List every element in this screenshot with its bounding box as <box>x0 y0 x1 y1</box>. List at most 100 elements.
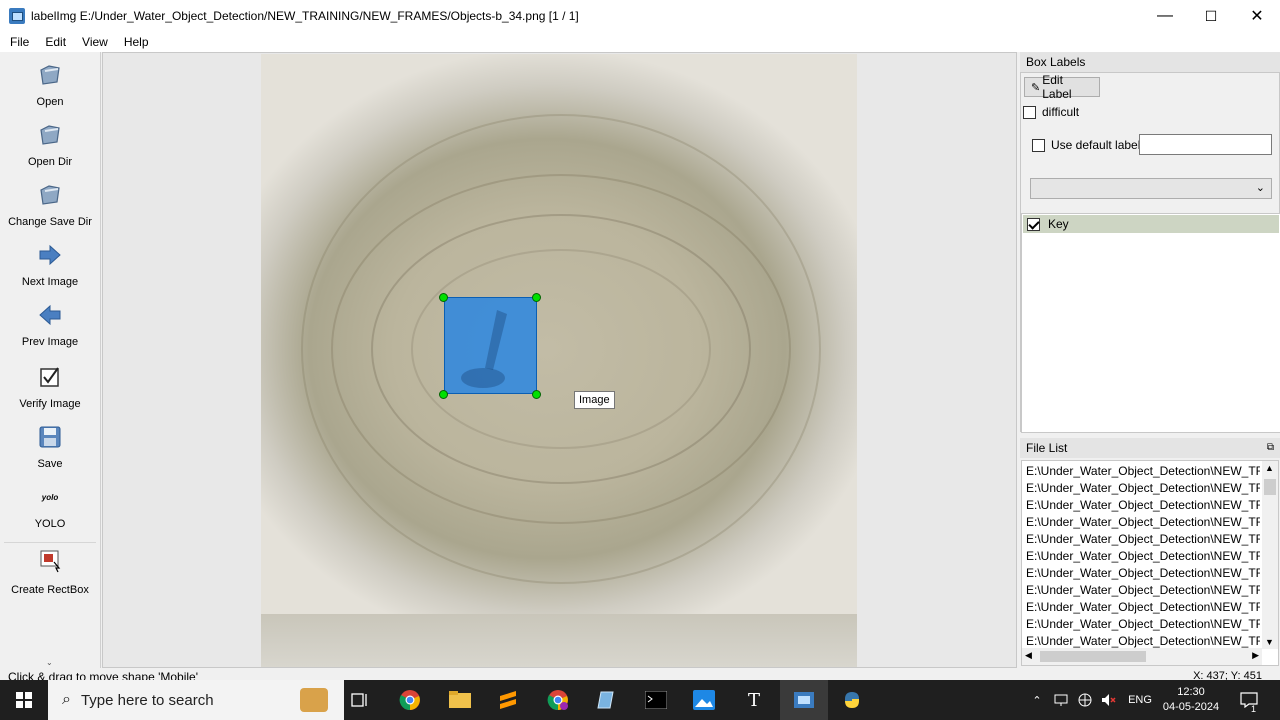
list-item[interactable]: E:\Under_Water_Object_Detection\NEW_TRA <box>1022 463 1260 480</box>
underwater-image <box>261 54 857 667</box>
box-labels-title: Box Labels <box>1020 52 1280 72</box>
change-save-dir-button[interactable]: Change Save Dir <box>0 182 100 228</box>
file-list-horizontal-scrollbar[interactable]: ◀ ▶ <box>1022 648 1262 665</box>
list-item[interactable]: E:\Under_Water_Object_Detection\NEW_TRA <box>1022 565 1260 582</box>
volume-muted-icon[interactable] <box>1098 680 1120 720</box>
scroll-down-icon[interactable]: ▼ <box>1265 637 1274 647</box>
chrome-icon[interactable] <box>386 680 434 720</box>
list-item[interactable]: E:\Under_Water_Object_Detection\NEW_TRA <box>1022 548 1260 565</box>
create-rectbox-button[interactable]: Create RectBox <box>0 548 100 596</box>
open-dir-button[interactable]: Open Dir <box>0 122 100 168</box>
verify-image-label: Verify Image <box>19 398 81 410</box>
folder-open-icon <box>37 182 63 208</box>
scroll-left-icon[interactable]: ◀ <box>1025 650 1032 661</box>
folder-open-icon <box>37 122 63 148</box>
yolo-format-button[interactable]: yolo YOLO <box>0 484 100 531</box>
sublime-text-icon[interactable] <box>484 680 532 720</box>
open-button[interactable]: Open <box>0 62 100 108</box>
list-item[interactable]: E:\Under_Water_Object_Detection\NEW_TRA <box>1022 497 1260 514</box>
file-list[interactable]: E:\Under_Water_Object_Detection\NEW_TRA … <box>1021 460 1279 666</box>
menu-file[interactable]: File <box>0 32 37 52</box>
next-image-button[interactable]: Next Image <box>0 242 100 288</box>
use-default-label-checkbox[interactable] <box>1032 138 1045 152</box>
rectbox-icon <box>37 548 63 574</box>
maximize-button[interactable]: ☐ <box>1188 0 1234 32</box>
prev-image-label: Prev Image <box>21 336 79 348</box>
difficult-checkbox[interactable] <box>1023 105 1036 119</box>
clock-date: 04-05-2024 <box>1162 701 1220 713</box>
edit-label-button[interactable]: ✎ Edit Label <box>1024 73 1100 101</box>
start-button[interactable] <box>0 680 48 720</box>
image-canvas[interactable] <box>102 52 1017 668</box>
taskbar: ⌕ Type here to search T ⌃ ENG 12:30 04-0… <box>0 680 1280 720</box>
globe-network-icon[interactable] <box>1074 680 1096 720</box>
status-message: Click & drag to move shape 'Mobile' <box>8 670 199 680</box>
clock[interactable]: 12:30 04-05-2024 <box>1158 680 1224 720</box>
list-item[interactable]: E:\Under_Water_Object_Detection\NEW_TRA <box>1022 582 1260 599</box>
scroll-thumb[interactable] <box>1264 479 1276 495</box>
scroll-right-icon[interactable]: ▶ <box>1252 650 1259 661</box>
chevron-up-icon[interactable]: ⌃ <box>1026 680 1048 720</box>
bbox-handle-top-right[interactable] <box>532 293 541 302</box>
yolo-label: YOLO <box>34 518 66 530</box>
verify-image-button[interactable]: Verify Image <box>0 364 100 410</box>
language-indicator[interactable]: ENG <box>1124 680 1156 720</box>
file-list-vertical-scrollbar[interactable]: ▲ ▼ <box>1262 461 1278 649</box>
menu-bar: File Edit View Help <box>0 32 1280 52</box>
search-highlight-icon <box>300 688 328 712</box>
menu-edit[interactable]: Edit <box>37 32 74 52</box>
typora-icon[interactable]: T <box>730 680 778 720</box>
floppy-disk-icon <box>37 424 63 450</box>
folder-open-icon <box>37 62 63 88</box>
list-item[interactable]: E:\Under_Water_Object_Detection\NEW_TRA <box>1022 480 1260 497</box>
label-visible-checkbox[interactable] <box>1027 217 1040 231</box>
use-default-label-text: Use default label <box>1051 138 1141 152</box>
taskbar-search[interactable]: ⌕ Type here to search <box>48 680 344 720</box>
open-label: Open <box>36 96 64 108</box>
toolbar-expand-icon[interactable]: ⌄ <box>46 658 53 667</box>
checkbox-check-icon <box>37 364 63 390</box>
bbox-handle-bottom-left[interactable] <box>439 390 448 399</box>
search-input[interactable]: Type here to search <box>81 692 214 709</box>
notification-badge: 1 <box>1250 704 1256 714</box>
list-item[interactable]: E:\Under_Water_Object_Detection\NEW_TRA <box>1022 531 1260 548</box>
python-icon[interactable] <box>828 680 876 720</box>
float-dock-icon[interactable]: ⧉ <box>1267 438 1274 458</box>
list-item[interactable]: E:\Under_Water_Object_Detection\NEW_TRA <box>1022 599 1260 616</box>
box-labels-panel: ✎ Edit Label difficult Use default label… <box>1020 72 1280 433</box>
notification-center-icon[interactable]: 1 <box>1234 680 1264 720</box>
menu-view[interactable]: View <box>74 32 116 52</box>
file-explorer-icon[interactable] <box>436 680 484 720</box>
terminal-icon[interactable] <box>632 680 680 720</box>
labelimg-taskbar-icon[interactable] <box>780 680 828 720</box>
list-item[interactable]: E:\Under_Water_Object_Detection\NEW_TRA <box>1022 616 1260 633</box>
close-button[interactable]: ✕ <box>1234 0 1280 32</box>
photos-icon[interactable] <box>680 680 728 720</box>
bounding-box-key[interactable] <box>444 297 537 394</box>
save-button[interactable]: Save <box>0 424 100 470</box>
label-list-item-text: Key <box>1048 217 1069 231</box>
bbox-handle-top-left[interactable] <box>439 293 448 302</box>
list-item[interactable]: E:\Under_Water_Object_Detection\NEW_TRA <box>1022 514 1260 531</box>
open-dir-label: Open Dir <box>27 156 73 168</box>
canvas-tooltip: Image <box>574 391 615 409</box>
notepad-icon[interactable] <box>582 680 630 720</box>
prev-image-button[interactable]: Prev Image <box>0 302 100 348</box>
minimize-button[interactable]: — <box>1142 0 1188 32</box>
label-list[interactable]: Key <box>1021 213 1280 433</box>
label-list-item[interactable]: Key <box>1023 215 1279 233</box>
bbox-handle-bottom-right[interactable] <box>532 390 541 399</box>
scroll-up-icon[interactable]: ▲ <box>1265 463 1274 473</box>
default-label-input[interactable] <box>1139 134 1272 155</box>
difficult-checkbox-row[interactable]: difficult <box>1023 105 1079 119</box>
network-device-icon[interactable] <box>1050 680 1072 720</box>
task-view-icon[interactable] <box>336 680 384 720</box>
chrome-profile-icon[interactable] <box>534 680 582 720</box>
file-list-title: File List ⧉ <box>1020 438 1280 458</box>
menu-help[interactable]: Help <box>116 32 157 52</box>
toolbar-divider <box>4 542 96 543</box>
use-default-label-row[interactable]: Use default label <box>1032 138 1140 152</box>
status-bar: Click & drag to move shape 'Mobile' X: 4… <box>0 668 1280 680</box>
label-combobox[interactable]: ⌄ <box>1030 178 1272 199</box>
scroll-thumb[interactable] <box>1040 651 1146 662</box>
